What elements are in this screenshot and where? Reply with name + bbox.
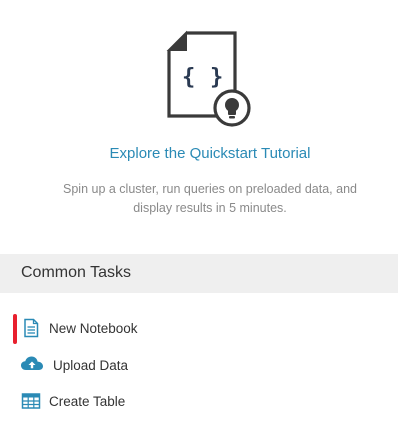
svg-text:{: { [182, 65, 195, 90]
common-tasks-title: Common Tasks [21, 264, 131, 281]
active-indicator [13, 314, 17, 344]
home-panel: { } Explore the Quickstart Tutorial Spin… [0, 0, 404, 422]
table-icon [21, 393, 41, 409]
notebook-lightbulb-icon: { } [166, 30, 251, 127]
task-label: Upload Data [53, 358, 129, 373]
quickstart-description: Spin up a cluster, run queries on preloa… [63, 182, 357, 215]
svg-text:}: } [210, 65, 223, 90]
task-upload-data[interactable]: Upload Data [0, 351, 230, 381]
cloud-upload-icon [21, 356, 43, 370]
task-create-table[interactable]: Create Table [0, 387, 230, 417]
notebook-icon [24, 318, 39, 338]
task-new-notebook[interactable]: New Notebook [0, 314, 230, 344]
common-tasks-header: Common Tasks [0, 254, 398, 293]
task-label: New Notebook [49, 321, 138, 336]
quickstart-tutorial-link[interactable]: Explore the Quickstart Tutorial [0, 145, 404, 162]
task-label: Create Table [49, 394, 126, 409]
